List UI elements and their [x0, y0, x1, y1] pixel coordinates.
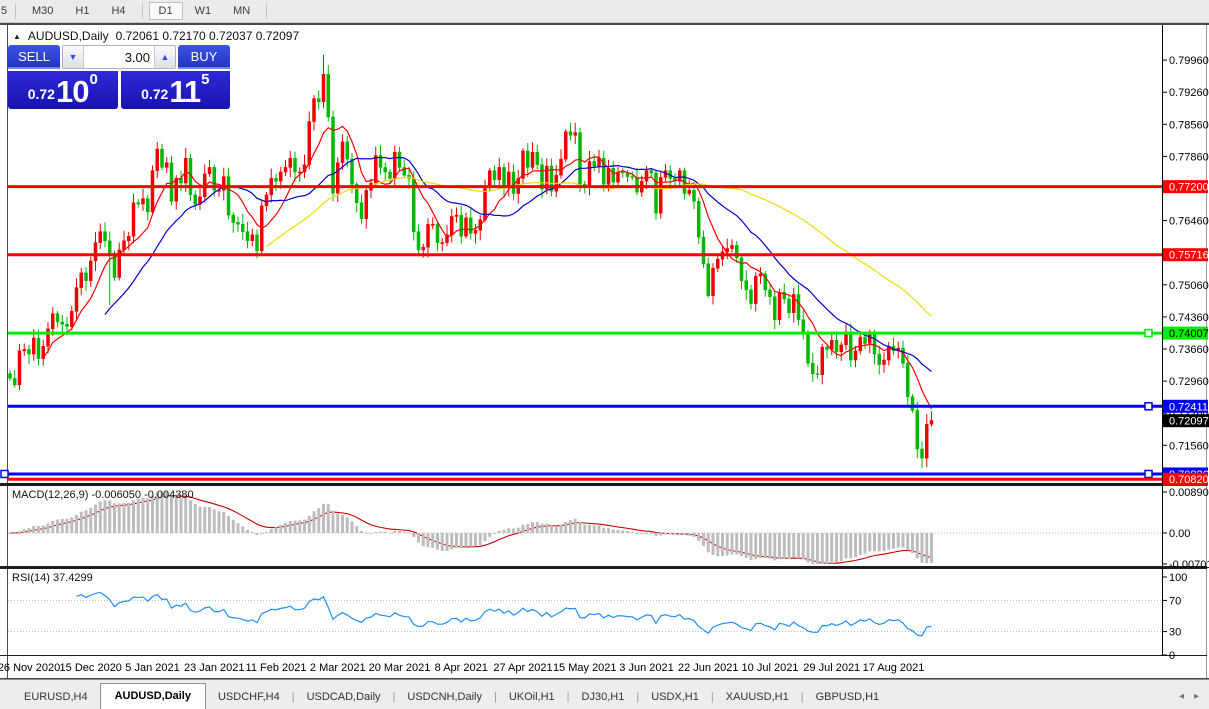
chart-tab-usdchf[interactable]: USDCHF,H4	[206, 686, 292, 709]
toolbar-separator	[15, 3, 16, 19]
date-axis: 26 Nov 202015 Dec 20205 Jan 2021 23 Jan 2…	[0, 662, 924, 674]
date-tick: 27 Apr 2021	[493, 662, 552, 674]
rsi-label: RSI(14) 37.4299	[12, 572, 93, 584]
volume-increase-icon[interactable]: ▲	[154, 46, 175, 68]
svg-text:0.72411: 0.72411	[1169, 401, 1208, 413]
sell-price-big: 10	[56, 77, 88, 107]
chart-title-bar: ▲ AUDUSD,Daily 0.72061 0.72170 0.72037 0…	[13, 29, 299, 43]
date-tick: 20 Mar 2021	[369, 662, 431, 674]
date-tick: 10 Jul 2021	[742, 662, 799, 674]
date-tick: 15 May 2021	[553, 662, 617, 674]
collapse-triangle-icon[interactable]: ▲	[13, 32, 21, 41]
date-tick: 2 Mar 2021	[310, 662, 366, 674]
sell-button[interactable]: SELL	[8, 45, 60, 69]
timeframe-button-d1[interactable]: D1	[149, 2, 183, 20]
volume-decrease-icon[interactable]: ▼	[63, 46, 84, 68]
sell-price-button[interactable]: 0.72 10 0	[8, 71, 118, 109]
timeframe-button-m5-partial[interactable]: 5	[0, 3, 10, 19]
date-tick: 8 Apr 2021	[435, 662, 488, 674]
svg-text:0.79260: 0.79260	[1169, 87, 1209, 99]
buy-price-big: 11	[169, 77, 200, 107]
svg-text:0.74007: 0.74007	[1169, 328, 1209, 340]
svg-text:0.008904: 0.008904	[1169, 487, 1209, 499]
date-tick: 15 Dec 2020	[60, 662, 122, 674]
timeframe-button-mn[interactable]: MN	[223, 2, 260, 20]
chart-tab-ukoil[interactable]: UKOil,H1	[497, 686, 567, 709]
date-tick: 17 Aug 2021	[863, 662, 925, 674]
svg-text:0.00: 0.00	[1169, 528, 1190, 540]
chart-tab-usdcnh[interactable]: USDCNH,Daily	[395, 686, 494, 709]
date-tick: 5 Jan 2021	[125, 662, 179, 674]
date-tick: 3 Jun 2021	[619, 662, 673, 674]
chart-tab-eurusd[interactable]: EURUSD,H4	[12, 686, 100, 709]
date-tick: 26 Nov 2020	[0, 662, 60, 674]
toolbar-separator	[142, 3, 143, 19]
svg-text:0.73660: 0.73660	[1169, 344, 1209, 356]
svg-text:0.74360: 0.74360	[1169, 312, 1209, 324]
svg-text:0.71560: 0.71560	[1169, 440, 1209, 452]
date-tick: 22 Jun 2021	[678, 662, 739, 674]
date-tick: 29 Jul 2021	[803, 662, 860, 674]
chart-tab-gbpusd[interactable]: GBPUSD,H1	[804, 686, 892, 709]
tab-scroll-right-icon[interactable]: ▸	[1194, 691, 1199, 702]
buy-price-button[interactable]: 0.72 11 5	[121, 71, 231, 109]
chart-tab-dj30[interactable]: DJ30,H1	[570, 686, 637, 709]
svg-text:0.72960: 0.72960	[1169, 376, 1209, 388]
svg-text:0.79960: 0.79960	[1169, 55, 1209, 67]
chart-tab-xauusd[interactable]: XAUUSD,H1	[714, 686, 801, 709]
svg-text:0.77860: 0.77860	[1169, 151, 1209, 163]
tab-scroll-nav: ◂ ▸	[1179, 691, 1209, 709]
svg-text:30: 30	[1169, 627, 1181, 639]
sell-price-small: 0.72	[28, 81, 55, 107]
chart-tab-usdcad[interactable]: USDCAD,Daily	[295, 686, 393, 709]
timeframe-button-w1[interactable]: W1	[185, 2, 222, 20]
one-click-trade-panel: SELL ▼ ▲ BUY 0.72 10 0 0.72 11 5	[8, 45, 230, 109]
timeframe-button-h1[interactable]: H1	[65, 2, 99, 20]
symbol-period-label: AUDUSD,Daily	[28, 29, 109, 43]
svg-text:0.70820: 0.70820	[1169, 474, 1209, 486]
buy-button[interactable]: BUY	[178, 45, 230, 69]
svg-text:0.75716: 0.75716	[1169, 250, 1209, 262]
date-tick: 11 Feb 2021	[246, 662, 307, 674]
svg-text:70: 70	[1169, 595, 1181, 607]
timeframe-toolbar: 5 M30H1H4 D1W1MN	[0, 0, 1209, 23]
chart-tab-usdx[interactable]: USDX,H1	[639, 686, 711, 709]
volume-spinner: ▼ ▲	[62, 45, 176, 69]
svg-text:-0.007013: -0.007013	[1169, 559, 1209, 571]
timeframe-button-h4[interactable]: H4	[101, 2, 135, 20]
ohlc-values: 0.72061 0.72170 0.72037 0.72097	[116, 29, 300, 43]
buy-price-sup: 5	[201, 74, 209, 86]
tab-scroll-left-icon[interactable]: ◂	[1179, 691, 1184, 702]
buy-price-small: 0.72	[141, 81, 168, 107]
sell-price-sup: 0	[89, 74, 97, 86]
svg-text:0.77200: 0.77200	[1169, 182, 1209, 194]
svg-text:100: 100	[1169, 572, 1187, 584]
timeframe-button-m30[interactable]: M30	[22, 2, 63, 20]
svg-text:0.75060: 0.75060	[1169, 280, 1209, 292]
svg-text:0.78560: 0.78560	[1169, 119, 1209, 131]
svg-text:0: 0	[1169, 650, 1175, 662]
chart-tab-bar: EURUSD,H4AUDUSD,DailyUSDCHF,H4|USDCAD,Da…	[0, 679, 1209, 709]
date-tick: 23 Jan 2021	[184, 662, 245, 674]
toolbar-separator	[266, 3, 267, 19]
volume-input[interactable]	[84, 46, 154, 68]
svg-text:0.76460: 0.76460	[1169, 216, 1209, 228]
macd-label: MACD(12,26,9) -0.006050 -0.004380	[12, 489, 194, 501]
chart-window-bg	[0, 22, 1209, 679]
svg-text:0.72097: 0.72097	[1169, 416, 1209, 428]
chart-tab-audusd[interactable]: AUDUSD,Daily	[100, 683, 206, 709]
